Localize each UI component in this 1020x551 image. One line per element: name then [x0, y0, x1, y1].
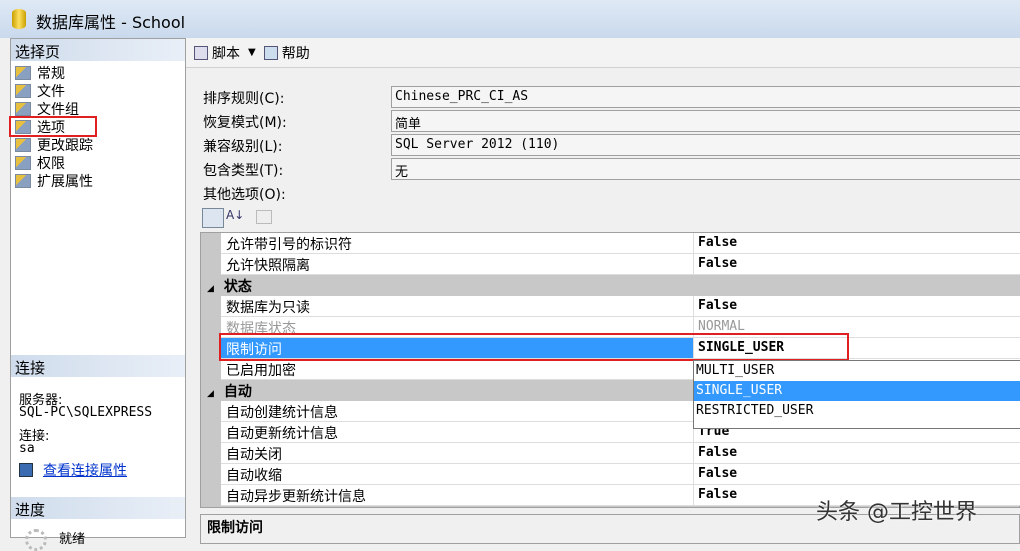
collation-label: 排序规则(C): [203, 91, 285, 107]
page-icon [15, 174, 31, 188]
category-label: 自动 [223, 384, 252, 400]
property-name: 自动异步更新统计信息 [221, 485, 694, 505]
table-row[interactable]: 允许快照隔离 False [221, 254, 1020, 275]
dropdown-option[interactable]: MULTI_USER [694, 361, 1020, 381]
connection-user: sa [19, 441, 35, 456]
containment-label: 包含类型(T): [203, 163, 284, 179]
sidebar-item-label: 权限 [37, 156, 65, 172]
sidebar-item-label: 文件 [37, 84, 65, 100]
view-connection-properties-link[interactable]: 查看连接属性 [19, 460, 127, 480]
table-row[interactable]: 数据库为只读 False [221, 296, 1020, 317]
property-name: 数据库为只读 [221, 296, 694, 316]
property-value[interactable]: False [694, 296, 1020, 316]
property-name: 允许带引号的标识符 [221, 233, 694, 253]
select-page-header: 选择页 [11, 39, 185, 61]
connection-properties-icon [19, 463, 33, 477]
watermark: 头条 @工控世界 [816, 500, 977, 525]
other-options-label: 其他选项(O): [203, 187, 286, 203]
collation-select[interactable]: Chinese_PRC_CI_AS [391, 86, 1020, 108]
page-icon [15, 66, 31, 80]
collapse-icon[interactable]: ◢ [207, 389, 214, 399]
table-row[interactable]: 自动收缩 False [221, 464, 1020, 485]
compat-label: 兼容级别(L): [203, 139, 283, 155]
page-icon [15, 102, 31, 116]
server-value: SQL-PC\SQLEXPRESS [19, 405, 153, 420]
sort-alphabetical-button[interactable]: A↓ [226, 208, 244, 222]
toolbar: 脚本 ▼ 帮助 [186, 38, 1020, 68]
compat-select[interactable]: SQL Server 2012 (110) [391, 134, 1020, 156]
window-title: 数据库属性 - School [36, 13, 186, 32]
sidebar-item-label: 扩展属性 [37, 174, 93, 190]
page-icon [15, 84, 31, 98]
property-value[interactable]: False [694, 254, 1020, 274]
sidebar-item-label: 常规 [37, 66, 65, 82]
link-text[interactable]: 查看连接属性 [43, 460, 127, 480]
restrict-access-dropdown[interactable]: MULTI_USER SINGLE_USER RESTRICTED_USER [693, 360, 1020, 429]
table-row[interactable]: 允许带引号的标识符 False [221, 233, 1020, 254]
dropdown-option-selected[interactable]: SINGLE_USER [694, 381, 1020, 401]
sidebar-item-permissions[interactable]: 权限 [15, 154, 65, 172]
page-icon [15, 156, 31, 170]
property-name: 自动关闭 [221, 443, 694, 463]
sidebar-item-change-tracking[interactable]: 更改跟踪 [15, 136, 93, 154]
description-title: 限制访问 [207, 520, 263, 536]
sidebar-item-general[interactable]: 常规 [15, 64, 65, 82]
connection-header: 连接 [11, 355, 185, 377]
help-icon [263, 45, 278, 60]
sidebar: 选择页 常规 文件 文件组 选项 更改跟踪 权限 扩展属性 连接 服务器: SQ… [9, 38, 186, 551]
property-value[interactable]: False [694, 233, 1020, 253]
database-icon [12, 9, 26, 29]
property-value[interactable]: False [694, 443, 1020, 463]
title-bar: 数据库属性 - School [0, 0, 1020, 38]
sidebar-item-extended-properties[interactable]: 扩展属性 [15, 172, 93, 190]
property-name: 允许快照隔离 [221, 254, 694, 274]
collapse-icon[interactable]: ◢ [207, 284, 214, 294]
category-state[interactable]: ◢ 状态 [201, 275, 1020, 296]
sidebar-item-label: 更改跟踪 [37, 138, 93, 154]
page-icon [15, 138, 31, 152]
property-name: 自动更新统计信息 [221, 422, 694, 442]
main-panel: 脚本 ▼ 帮助 排序规则(C): Chinese_PRC_CI_AS 恢复模式(… [186, 38, 1020, 544]
property-pages-button[interactable] [256, 210, 272, 224]
progress-header: 进度 [11, 497, 185, 519]
property-value[interactable]: False [694, 464, 1020, 484]
highlight-box [9, 116, 97, 137]
chevron-down-icon[interactable]: ▼ [248, 47, 256, 58]
property-name: 自动创建统计信息 [221, 401, 694, 421]
help-button[interactable]: 帮助 [282, 43, 310, 63]
property-name: 自动收缩 [221, 464, 694, 484]
containment-select[interactable]: 无 [391, 158, 1020, 180]
progress-spinner-icon [25, 529, 47, 551]
table-row[interactable]: 自动关闭 False [221, 443, 1020, 464]
sidebar-item-files[interactable]: 文件 [15, 82, 65, 100]
highlight-box [219, 333, 849, 361]
recovery-select[interactable]: 简单 [391, 110, 1020, 132]
categorized-view-button[interactable] [202, 208, 224, 228]
recovery-label: 恢复模式(M): [203, 115, 287, 131]
property-name: 已启用加密 [221, 359, 694, 379]
script-icon [194, 45, 208, 60]
dropdown-option[interactable]: RESTRICTED_USER [694, 401, 1020, 421]
category-label: 状态 [223, 279, 252, 295]
script-button[interactable]: 脚本 [212, 43, 240, 63]
